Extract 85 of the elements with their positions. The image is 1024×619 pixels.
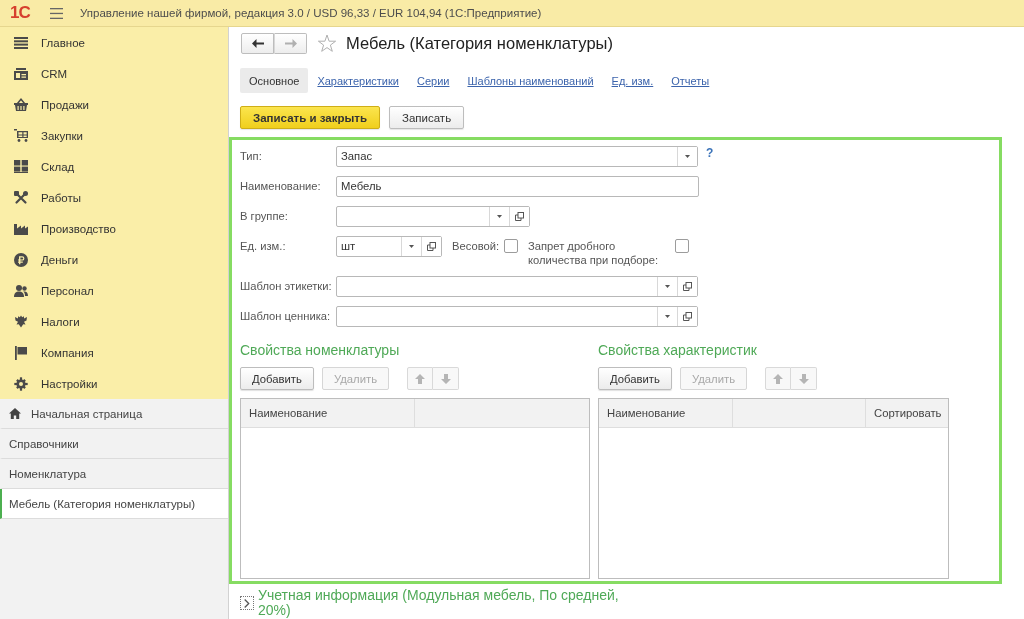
windows-icon xyxy=(683,312,692,321)
sidebar-item[interactable]: Компания xyxy=(0,337,228,368)
expand-button[interactable] xyxy=(240,596,254,610)
basket-icon xyxy=(14,98,28,111)
arrow-up-icon xyxy=(415,373,426,384)
sidebar-item[interactable]: Склад xyxy=(0,151,228,182)
open-button[interactable] xyxy=(677,277,697,296)
menu-icon[interactable] xyxy=(50,7,63,19)
sidebar-item[interactable]: CRM xyxy=(0,58,228,89)
grid-icon xyxy=(14,160,28,173)
caret-icon xyxy=(409,245,414,248)
field-label: Тип: xyxy=(240,149,263,164)
windows-icon xyxy=(515,212,524,221)
add-button[interactable]: Добавить xyxy=(598,367,672,390)
sidebar-item[interactable]: Налоги xyxy=(0,306,228,337)
coin-icon xyxy=(14,252,28,267)
column-header[interactable]: Сортировать xyxy=(866,399,950,427)
add-button[interactable]: Добавить xyxy=(240,367,314,390)
sidebar-item[interactable]: Производство xyxy=(0,213,228,244)
checkbox[interactable] xyxy=(504,239,519,253)
sidebar-item[interactable]: Работы xyxy=(0,182,228,213)
open-button[interactable] xyxy=(509,207,529,226)
people-icon xyxy=(14,284,28,297)
save-button[interactable]: Записать xyxy=(389,106,465,129)
gear-icon xyxy=(14,376,28,391)
caret-icon xyxy=(497,215,502,218)
tab[interactable]: Серии xyxy=(407,68,459,93)
column-header[interactable]: Наименование xyxy=(599,399,733,427)
checkbox[interactable] xyxy=(675,239,690,253)
chevron-right-icon xyxy=(244,598,250,608)
sidebar-item[interactable]: Настройки xyxy=(0,368,228,399)
flag-icon xyxy=(15,345,27,360)
tab[interactable]: Ед. изм. xyxy=(602,68,663,93)
text-field[interactable]: Мебель xyxy=(336,176,699,197)
open-page-tab[interactable]: Мебель (Категория номенклатуры) xyxy=(0,489,228,519)
checkbox-label: Весовой: xyxy=(452,239,500,253)
section-title: Свойства характеристик xyxy=(598,341,758,359)
cart-icon xyxy=(14,129,28,142)
dropdown-field[interactable] xyxy=(336,206,530,227)
field-label: Наименование: xyxy=(240,179,322,194)
section-title: Свойства номенклатуры xyxy=(240,341,401,359)
caret-icon xyxy=(665,315,670,318)
open-button[interactable] xyxy=(677,307,697,326)
sidebar-item[interactable]: Деньги xyxy=(0,244,228,275)
caret-icon xyxy=(665,285,670,288)
sidebar-item[interactable]: Главное xyxy=(0,27,228,58)
arrow-down-icon xyxy=(440,373,451,384)
help-button[interactable]: ? xyxy=(706,146,714,160)
save-and-close-button[interactable]: Записать и закрыть xyxy=(240,106,380,129)
app-logo: 1С xyxy=(10,3,31,23)
tab[interactable]: Основное xyxy=(240,68,309,93)
home-icon xyxy=(9,408,21,419)
dropdown-button[interactable] xyxy=(677,147,697,166)
tab[interactable]: Шаблоны наименований xyxy=(458,68,603,93)
dropdown-field[interactable] xyxy=(336,306,698,327)
sidebar-item[interactable]: Персонал xyxy=(0,275,228,306)
dropdown-field[interactable] xyxy=(336,276,698,297)
arrow-up-icon xyxy=(773,373,784,384)
field-label: Ед. изм.: xyxy=(240,239,287,254)
windows-icon xyxy=(427,242,436,251)
list-icon xyxy=(14,36,28,49)
dropdown-field[interactable]: Запас xyxy=(336,146,698,167)
app-title: Управление нашей фирмой, редакция 3.0 / USD 96,33 / EUR 104,94 (1С:Предприятие) xyxy=(80,7,542,19)
contact-card-icon xyxy=(14,67,28,80)
windows-icon xyxy=(683,282,692,291)
field-label: Шаблон ценника: xyxy=(240,309,332,324)
dropdown-field[interactable]: шт xyxy=(336,236,442,257)
field-label: В группе: xyxy=(240,209,289,224)
open-button[interactable] xyxy=(421,237,441,256)
arrow-down-icon xyxy=(798,373,809,384)
checkbox-label: Запрет дробного количества при подборе: xyxy=(528,239,660,267)
caret-icon xyxy=(685,155,690,158)
form-title: Мебель (Категория номенклатуры) xyxy=(346,34,613,53)
emblem-icon xyxy=(14,315,28,328)
tab[interactable]: Отчеты xyxy=(662,68,719,93)
arrow-right-icon xyxy=(284,39,297,48)
field-label: Шаблон этикетки: xyxy=(240,279,333,294)
back-button[interactable] xyxy=(241,33,274,54)
star-icon[interactable] xyxy=(317,34,337,53)
tab[interactable]: Характеристики xyxy=(308,68,408,93)
arrow-left-icon xyxy=(251,39,264,48)
factory-icon xyxy=(14,222,28,235)
crossed-tools-icon xyxy=(14,190,28,205)
sidebar-item[interactable]: Закупки xyxy=(0,120,228,151)
sidebar-item[interactable]: Продажи xyxy=(0,89,228,120)
